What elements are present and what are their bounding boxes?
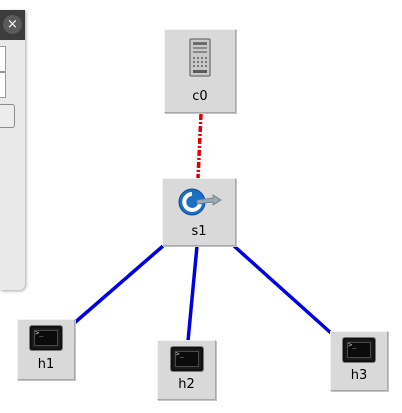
host-terminal-icon: >_ [30, 326, 62, 350]
link-c0-s1[interactable] [196, 113, 203, 179]
link-s1-h1[interactable] [70, 244, 165, 327]
link-s1-h3[interactable] [232, 244, 333, 335]
controller-label: c0 [192, 89, 208, 104]
host-label-h2: h2 [178, 377, 195, 392]
switch-label: s1 [191, 224, 207, 239]
host-node-h2[interactable]: >_ h2 [157, 340, 216, 400]
controller-node-c0[interactable]: c0 [164, 29, 236, 113]
host-node-h3[interactable]: >_ h3 [330, 331, 388, 391]
host-label-h1: h1 [37, 357, 55, 372]
host-terminal-icon: >_ [343, 338, 375, 362]
host-node-h1[interactable]: >_ h1 [17, 319, 75, 380]
host-terminal-icon: >_ [170, 347, 203, 371]
controller-server-icon [188, 38, 212, 82]
switch-node-s1[interactable]: s1 [162, 178, 236, 246]
link-s1-h2[interactable] [186, 245, 199, 342]
topology-canvas[interactable]: × c0 s1 >_ h1 >_ h2 >_ h3 [0, 0, 402, 413]
host-label-h3: h3 [350, 368, 368, 383]
openflow-switch-icon [175, 185, 223, 223]
